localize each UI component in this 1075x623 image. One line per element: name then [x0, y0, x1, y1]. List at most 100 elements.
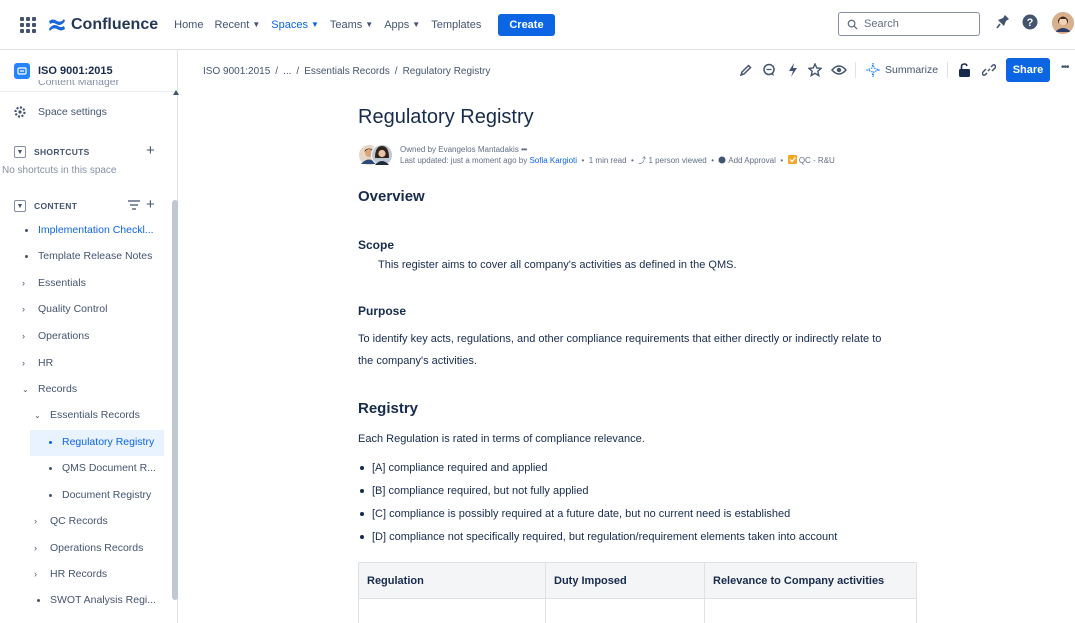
list-item-text: [B] compliance required, but not fully a…: [372, 484, 589, 497]
add-shortcut-button[interactable]: +: [146, 142, 155, 159]
nav-recent[interactable]: Recent ▼: [214, 19, 260, 31]
nav-spaces[interactable]: Spaces ▼: [271, 19, 319, 31]
list-item-text: [C] compliance is possibly required at a…: [372, 507, 791, 520]
breadcrumb-parent[interactable]: Essentials Records: [304, 66, 390, 77]
breadcrumb-ellipsis[interactable]: ...: [283, 66, 291, 77]
table-cell[interactable]: [358, 598, 546, 623]
shortcuts-section-header[interactable]: ▼ SHORTCUTS: [14, 144, 90, 160]
summarize-button[interactable]: Summarize: [866, 63, 938, 77]
space-settings-link[interactable]: Space settings: [14, 104, 107, 120]
chevron-right-icon: ›: [34, 569, 37, 579]
more-actions-icon[interactable]: •••: [1061, 62, 1069, 73]
content-label: CONTENT: [34, 201, 78, 211]
avatar: [371, 144, 393, 166]
sidebar-item-hr-records[interactable]: › HR Records: [34, 568, 107, 580]
automation-icon[interactable]: [788, 63, 798, 77]
sidebar-item-label: Space settings: [38, 106, 107, 118]
shortcuts-empty-text: No shortcuts in this space: [2, 165, 117, 176]
bullet-icon: [360, 511, 364, 516]
viewed-count[interactable]: 1 person viewed: [649, 156, 707, 165]
breadcrumb-current[interactable]: Regulatory Registry: [403, 66, 491, 77]
table-header-regulation[interactable]: Regulation: [358, 562, 546, 599]
nav-spaces-label: Spaces: [271, 18, 308, 31]
space-name: ISO 9001:2015: [38, 64, 113, 77]
breadcrumb-space[interactable]: ISO 9001:2015: [203, 66, 270, 77]
sidebar-item-operations-records[interactable]: › Operations Records: [34, 542, 143, 554]
nav-teams[interactable]: Teams ▼: [330, 19, 373, 31]
bullet-icon: [49, 466, 52, 470]
comment-icon[interactable]: [762, 63, 776, 77]
sidebar-item-qc-records[interactable]: › QC Records: [34, 515, 108, 527]
sidebar-item-template-release-notes[interactable]: Template Release Notes: [22, 250, 152, 262]
share-button[interactable]: Share: [1006, 58, 1050, 82]
separator-dot: •: [778, 156, 786, 165]
chevron-down-icon: ▼: [365, 20, 374, 29]
sidebar-item-content-manager[interactable]: Content Manager: [14, 80, 119, 90]
registry-heading: Registry: [358, 400, 419, 417]
sidebar-item-label: Implementation Checkl...: [38, 224, 154, 236]
table-header-row: Regulation Duty Imposed Relevance to Com…: [358, 562, 917, 599]
table-cell[interactable]: [545, 598, 705, 623]
add-content-button[interactable]: +: [146, 196, 155, 213]
nav-apps[interactable]: Apps ▼: [384, 19, 420, 31]
chevron-down-icon: ▼: [14, 146, 26, 158]
user-avatar[interactable]: [1052, 12, 1074, 34]
confluence-logo[interactable]: Confluence: [48, 16, 158, 34]
page-byline: Owned by Evangelos Mantadakis ••• Last u…: [358, 144, 835, 166]
table-header-relevance[interactable]: Relevance to Company activities: [704, 562, 917, 599]
help-icon[interactable]: ?: [1022, 14, 1038, 30]
list-item-text: [D] compliance not specifically required…: [372, 530, 838, 543]
last-updated-text: Last updated: just a moment ago by: [400, 156, 528, 165]
filter-icon[interactable]: [128, 200, 140, 210]
breadcrumb: ISO 9001:2015 / ... / Essentials Records…: [178, 50, 1075, 92]
gear-icon: [14, 106, 26, 118]
nav-templates[interactable]: Templates: [431, 19, 481, 31]
breadcrumb-separator: /: [296, 65, 300, 77]
list-item: [C] compliance is possibly required at a…: [358, 502, 837, 525]
star-icon[interactable]: [808, 63, 822, 77]
sidebar-item-quality-control[interactable]: › Quality Control: [22, 303, 107, 315]
content-section-header[interactable]: ▼ CONTENT: [14, 198, 77, 214]
search-input[interactable]: Search: [838, 12, 980, 36]
sidebar-item-document-registry[interactable]: Document Registry: [46, 489, 151, 501]
sidebar-item-qms-document-register[interactable]: QMS Document R...: [46, 462, 156, 474]
add-approval-link[interactable]: Add Approval: [728, 156, 776, 165]
sidebar-item-essentials-records[interactable]: ⌄ Essentials Records: [34, 409, 140, 421]
owner-more-icon[interactable]: •••: [521, 145, 527, 154]
owned-by-text: Owned by Evangelos Mantadakis: [400, 145, 519, 154]
bullet-icon: [25, 254, 28, 258]
table-cell[interactable]: [704, 598, 917, 623]
sidebar-item-swot-analysis[interactable]: SWOT Analysis Regi...: [34, 594, 156, 606]
sidebar-item-label: Content Manager: [38, 80, 120, 88]
watch-icon[interactable]: [831, 64, 847, 76]
table-header-duty-imposed[interactable]: Duty Imposed: [545, 562, 705, 599]
nav-home[interactable]: Home: [174, 19, 203, 31]
sidebar-item-records[interactable]: ⌄ Records: [22, 383, 77, 395]
create-button[interactable]: Create: [498, 13, 555, 36]
bullet-icon: [49, 440, 52, 444]
purpose-heading: Purpose: [358, 304, 407, 318]
sidebar-item-implementation-checklist[interactable]: Implementation Checkl...: [22, 224, 154, 236]
svg-text:?: ?: [1027, 17, 1034, 29]
notifications-icon[interactable]: [996, 14, 1010, 30]
page-content: Regulatory Registry Owned by Evangelos M…: [178, 92, 1075, 623]
page-tag[interactable]: QC - R&U: [799, 156, 835, 165]
app-switcher-icon[interactable]: [20, 16, 36, 33]
link-icon[interactable]: [982, 63, 996, 77]
last-updated-by-link[interactable]: Sofia Kargioti: [529, 156, 577, 165]
breadcrumb-separator: /: [275, 65, 279, 77]
nav-apps-label: Apps: [384, 18, 410, 31]
sidebar-item-essentials[interactable]: › Essentials: [22, 277, 86, 289]
bullet-icon: [49, 493, 52, 497]
search-placeholder: Search: [864, 18, 899, 30]
sidebar-item-label: QC Records: [50, 515, 108, 527]
edit-icon[interactable]: [740, 64, 752, 76]
sidebar-item-hr[interactable]: › HR: [22, 357, 53, 369]
regulation-table: Regulation Duty Imposed Relevance to Com…: [358, 562, 917, 623]
unlock-icon[interactable]: [958, 63, 971, 77]
list-item: [B] compliance required, but not fully a…: [358, 479, 837, 502]
sidebar-item-regulatory-registry[interactable]: Regulatory Registry: [46, 436, 154, 448]
space-icon: [14, 62, 30, 79]
sidebar-item-operations[interactable]: › Operations: [22, 330, 89, 342]
contributor-avatars[interactable]: [358, 144, 394, 166]
